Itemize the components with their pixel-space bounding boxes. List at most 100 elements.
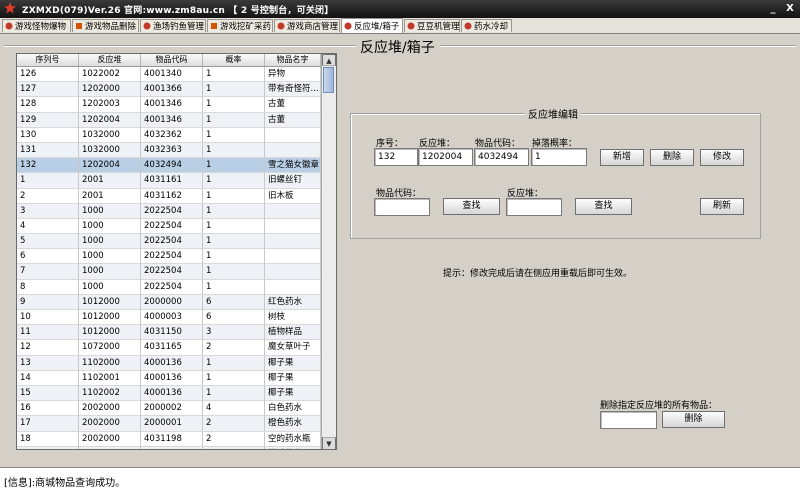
- cell-reactor: 1000: [79, 249, 141, 265]
- table-row[interactable]: 129 1202004 4001346 1 古董: [17, 112, 321, 128]
- scroll-thumb[interactable]: [323, 67, 334, 93]
- table-row[interactable]: 19211200020000041特殊药水: [17, 446, 321, 449]
- table-body: 126 1022002 4001340 1 异物 127 1202000 4001366 1 带有…: [17, 67, 321, 449]
- column-header-reactor[interactable]: 反应堆: [79, 54, 141, 66]
- column-header-item-name[interactable]: 物品名字: [265, 54, 321, 66]
- table-row[interactable]: 128 1202003 4001346 1 古董: [17, 97, 321, 113]
- cell-rate: 1: [203, 173, 265, 189]
- table-row[interactable]: 132 1202004 4032494 1 雪之猫女徽章: [17, 158, 321, 174]
- cell-rate: 1: [203, 112, 265, 128]
- tab-label: 游戏怪物爆物: [15, 22, 67, 32]
- cell-item-code: 2022504: [141, 234, 203, 250]
- cell-item-name: 带有奇怪符...: [265, 82, 321, 98]
- cell-item-code: 4001340: [141, 67, 203, 82]
- table-scrollbar[interactable]: ▲ ▼: [321, 54, 336, 449]
- tab-pachinko[interactable]: 豆豆机管理: [404, 19, 460, 32]
- scroll-up-icon[interactable]: ▲: [322, 54, 336, 66]
- cell-id: 17: [17, 416, 79, 432]
- cell-item-name: [265, 249, 321, 265]
- id-field[interactable]: [374, 148, 418, 166]
- search-reactor-button[interactable]: 查找: [575, 198, 632, 215]
- table-row[interactable]: 130 1032000 4032362 1: [17, 127, 321, 143]
- table-row[interactable]: 2 2001 4031162 1 旧木板: [17, 188, 321, 204]
- cell-reactor: 2002000: [79, 401, 141, 417]
- cell-reactor: 1000: [79, 203, 141, 219]
- cell-id: 6: [17, 249, 79, 265]
- table-row[interactable]: 17 2002000 2000001 2 橙色药水: [17, 416, 321, 432]
- delete-all-button[interactable]: 删除: [662, 411, 725, 428]
- table-row[interactable]: 9 1012000 2000000 6 红色药水: [17, 294, 321, 310]
- tab-mining[interactable]: 游戏挖矿采药: [207, 19, 273, 32]
- table-row[interactable]: 4 1000 2022504 1: [17, 218, 321, 235]
- cell-id: 15: [17, 385, 79, 401]
- cell-reactor: 1032000: [79, 127, 141, 143]
- column-header-id[interactable]: 序列号: [17, 54, 79, 66]
- tab-shop[interactable]: 游戏商店管理: [274, 19, 340, 32]
- close-button[interactable]: X: [783, 2, 797, 15]
- table-row[interactable]: 18 2002000 4031198 2 空的药水瓶: [17, 431, 321, 447]
- tab-monster-drops[interactable]: 游戏怪物爆物: [2, 19, 71, 32]
- table-row[interactable]: 12 1072000 4031165 2 魔女草叶子: [17, 340, 321, 356]
- modify-button[interactable]: 修改: [700, 149, 744, 166]
- cell-item-name: [265, 234, 321, 250]
- tab-reactor[interactable]: 反应堆/箱子: [341, 18, 403, 33]
- table-row[interactable]: 10 1012000 4000003 6 树枝: [17, 310, 321, 326]
- tab-label: 豆豆机管理: [417, 22, 460, 32]
- refresh-button[interactable]: 刷新: [700, 198, 744, 215]
- tab-item-delete[interactable]: 游戏物品删除: [72, 19, 139, 32]
- table-row[interactable]: 14 1102001 4000136 1 椰子果: [17, 370, 321, 386]
- cell-item-name: 橙色药水: [265, 416, 321, 432]
- table-row[interactable]: 13 1102000 4000136 1 椰子果: [17, 355, 321, 371]
- cell-id: 1: [17, 173, 79, 189]
- cell-id: 19: [17, 446, 79, 449]
- item-code-field[interactable]: [474, 148, 529, 166]
- table-row[interactable]: 1 2001 4031161 1 旧螺丝钉: [17, 173, 321, 189]
- search-reactor-input[interactable]: [506, 198, 562, 216]
- cell-item-code: 4031162: [141, 188, 203, 204]
- cell-id: 2: [17, 188, 79, 204]
- cell-reactor: 1202000: [79, 82, 141, 98]
- tab-potion-cooldown[interactable]: 药水冷却: [461, 19, 512, 32]
- column-header-rate[interactable]: 概率: [203, 54, 265, 66]
- table-row[interactable]: 7 1000 2022504 1: [17, 264, 321, 280]
- table-row[interactable]: 126 1022002 4001340 1 异物: [17, 67, 321, 83]
- delete-item-icon: [75, 22, 83, 30]
- add-button[interactable]: 新增: [600, 149, 644, 166]
- cell-item-name: 空的药水瓶: [265, 431, 321, 447]
- column-header-item-code[interactable]: 物品代码: [141, 54, 203, 66]
- cell-item-code: 2000004: [141, 446, 203, 449]
- table-row[interactable]: 3 1000 2022504 1: [17, 203, 321, 219]
- reactor-field[interactable]: [418, 148, 473, 166]
- table-row[interactable]: 11 1012000 4031150 3 植物样品: [17, 325, 321, 341]
- cell-item-code: 2022504: [141, 218, 203, 234]
- table-row[interactable]: 8 1000 2022504 1: [17, 279, 321, 295]
- tab-fishing[interactable]: 渔场钓鱼管理: [140, 19, 206, 32]
- table-row[interactable]: 6 1000 2022504 1: [17, 249, 321, 265]
- table-row[interactable]: 15 1102002 4000136 1 椰子果: [17, 385, 321, 402]
- search-item-code-button[interactable]: 查找: [443, 198, 500, 215]
- table-row[interactable]: 16 2002000 2000002 4 白色药水: [17, 401, 321, 417]
- table-row[interactable]: 131 1032000 4032363 1: [17, 142, 321, 159]
- window-title: ZXMXD(079)Ver.26 官网:www.zm8au.cn 【 2 号控制…: [22, 6, 334, 16]
- drop-rate-field[interactable]: [531, 148, 587, 166]
- scroll-down-icon[interactable]: ▼: [322, 437, 336, 449]
- cell-reactor: 1072000: [79, 340, 141, 356]
- delete-button[interactable]: 删除: [650, 149, 694, 166]
- cell-item-code: 4031198: [141, 431, 203, 447]
- reactor-items-table[interactable]: 序列号 反应堆 物品代码 概率 物品名字 126 1022002 4001340 1 异…: [16, 53, 337, 450]
- search-item-code-input[interactable]: [374, 198, 430, 216]
- table-row[interactable]: 127 1202000 4001366 1 带有奇怪符...: [17, 82, 321, 98]
- status-text: [信息]:商城物品查询成功。: [4, 478, 126, 489]
- cell-item-name: [265, 203, 321, 219]
- cell-item-code: 4031150: [141, 325, 203, 341]
- cell-reactor: 2002000: [79, 431, 141, 447]
- table-row[interactable]: 5 1000 2022504 1: [17, 234, 321, 250]
- cell-id: 8: [17, 279, 79, 295]
- tab-label: 反应堆/箱子: [354, 22, 400, 32]
- delete-all-reactor-input[interactable]: [600, 411, 657, 429]
- hint-text: 提示：修改完成后请在侧应用重载后即可生效。: [443, 269, 633, 279]
- cell-reactor: 1000: [79, 234, 141, 250]
- tab-bar: 游戏怪物爆物 游戏物品删除 渔场钓鱼管理 游戏挖矿采药 游戏商店管理 反应堆/箱…: [0, 18, 800, 34]
- minimize-button[interactable]: _: [766, 2, 780, 15]
- pachinko-icon: [407, 22, 415, 30]
